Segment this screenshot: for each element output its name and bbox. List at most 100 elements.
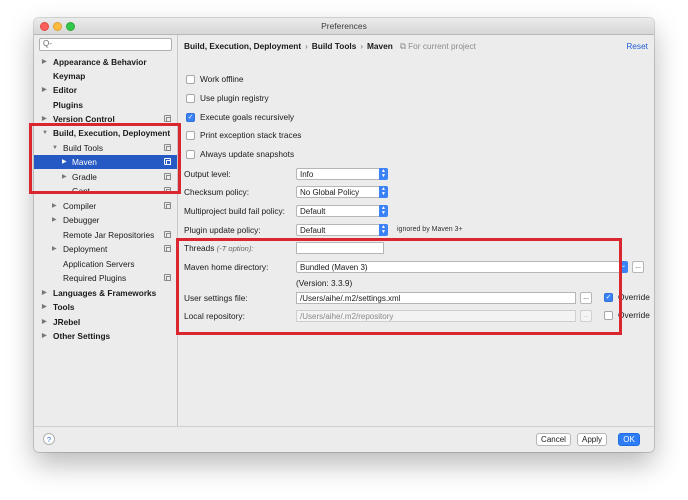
sidebar-item-label: Languages & Frameworks (53, 288, 157, 298)
sidebar-item-version-control[interactable]: ▶ Version Control (34, 112, 177, 126)
sidebar-item-label: Application Servers (63, 259, 135, 269)
sidebar-item-debugger[interactable]: ▶ Debugger (34, 213, 177, 227)
project-scope-icon (164, 158, 171, 165)
expand-arrow-icon[interactable]: ▶ (42, 83, 47, 97)
plugin-update-policy-select[interactable]: Default ▲ ▼ (296, 224, 388, 236)
checkbox-box[interactable] (186, 94, 195, 103)
sidebar-item-deployment[interactable]: ▶ Deployment (34, 242, 177, 256)
sidebar-item-build-tools[interactable]: ▼ Build Tools (34, 141, 177, 155)
multiproject-fail-policy-select[interactable]: Default ▲ ▼ (296, 205, 388, 217)
expand-arrow-icon[interactable]: ▶ (42, 55, 47, 69)
maven-home-select[interactable]: Bundled (Maven 3) ⌄ (296, 261, 628, 273)
preferences-window: Preferences Q- ▶ Appearance & Behavior K… (34, 18, 654, 452)
sidebar-item-label: Editor (53, 85, 77, 95)
sidebar-item-maven[interactable]: ▶ Maven (34, 155, 177, 169)
expand-arrow-icon[interactable]: ▶ (42, 112, 47, 126)
checksum-policy-label: Checksum policy: (184, 187, 250, 197)
sidebar-item-editor[interactable]: ▶ Editor (34, 83, 177, 97)
sidebar-item-label: Gant (72, 186, 90, 196)
sidebar-item-label: Other Settings (53, 331, 111, 341)
checkbox-box[interactable] (186, 75, 195, 84)
project-scope-icon (164, 274, 171, 281)
expand-arrow-icon[interactable]: ▶ (42, 315, 47, 329)
expand-arrow-icon[interactable]: ▶ (52, 199, 57, 213)
maven-home-browse-button[interactable]: ... (632, 261, 644, 273)
collapse-arrow-icon[interactable]: ▼ (52, 141, 58, 155)
expand-arrow-icon[interactable]: ▶ (52, 213, 57, 227)
sidebar-item-compiler[interactable]: ▶ Compiler (34, 199, 177, 213)
checkbox-box[interactable] (186, 150, 195, 159)
expand-arrow-icon[interactable]: ▶ (62, 155, 67, 169)
sidebar-item-jrebel[interactable]: ▶ JRebel (34, 315, 177, 329)
sidebar-item-label: Keymap (53, 71, 86, 81)
cancel-button[interactable]: Cancel (536, 433, 571, 446)
sidebar-item-label: Appearance & Behavior (53, 57, 147, 67)
sidebar-item-tools[interactable]: ▶ Tools (34, 300, 177, 314)
checkbox-label: Work offline (200, 74, 244, 84)
expand-arrow-icon[interactable]: ▶ (52, 242, 57, 256)
zoom-window-button[interactable] (66, 22, 75, 31)
select-value: Info (300, 170, 314, 179)
select-value: No Global Policy (300, 188, 360, 197)
sidebar-item-plugins[interactable]: Plugins (34, 98, 177, 112)
multiproject-fail-policy-label: Multiproject build fail policy: (184, 206, 285, 216)
sidebar-item-required-plugins[interactable]: Required Plugins (34, 271, 177, 285)
sidebar-item-other-settings[interactable]: ▶ Other Settings (34, 329, 177, 343)
sidebar-item-application-servers[interactable]: Application Servers (34, 257, 177, 271)
select-value: Default (300, 207, 326, 216)
ok-button[interactable]: OK (618, 433, 640, 446)
help-button[interactable]: ? (43, 433, 55, 445)
breadcrumb-item: Build Tools (311, 41, 357, 51)
settings-sidebar: Q- ▶ Appearance & Behavior Keymap ▶ Edit… (34, 35, 178, 426)
project-scope-note: ⧉ For current project (399, 41, 476, 51)
sidebar-item-remote-jar-repositories[interactable]: Remote Jar Repositories (34, 228, 177, 242)
title-bar: Preferences (34, 18, 654, 35)
sidebar-item-label: Tools (53, 302, 75, 312)
local-repository-input[interactable]: /Users/aihe/.m2/repository (296, 310, 576, 322)
plugin-update-policy-label: Plugin update policy: (184, 225, 261, 235)
sidebar-item-build-execution-deployment[interactable]: ▼ Build, Execution, Deployment (34, 126, 177, 140)
checksum-policy-select[interactable]: No Global Policy ▲ ▼ (296, 186, 388, 198)
select-value: Bundled (Maven 3) (300, 263, 368, 272)
checkmark-icon[interactable]: ✓ (604, 293, 613, 302)
project-scope-note-text: For current project (408, 41, 476, 51)
sidebar-item-label: Compiler (63, 201, 97, 211)
minimize-window-button[interactable] (53, 22, 62, 31)
collapse-arrow-icon[interactable]: ▼ (42, 126, 48, 140)
close-window-button[interactable] (40, 22, 49, 31)
output-level-label: Output level: (184, 169, 231, 179)
sidebar-item-label: Gradle (72, 172, 97, 182)
user-settings-browse-button[interactable]: ... (580, 292, 592, 304)
expand-arrow-icon[interactable]: ▶ (42, 300, 47, 314)
expand-arrow-icon[interactable]: ▶ (62, 170, 67, 184)
project-scope-icon (164, 187, 171, 194)
sidebar-item-keymap[interactable]: Keymap (34, 69, 177, 83)
sidebar-item-label: Plugins (53, 100, 83, 110)
reset-link[interactable]: Reset (626, 39, 648, 53)
updown-arrows-icon: ▲ ▼ (379, 205, 388, 217)
expand-arrow-icon[interactable]: ▶ (42, 286, 47, 300)
maven-settings-panel: Build, Execution, Deployment › Build Tools… (179, 35, 654, 426)
sidebar-item-gant[interactable]: Gant (34, 184, 177, 198)
threads-input[interactable] (296, 242, 384, 254)
sidebar-item-gradle[interactable]: ▶ Gradle (34, 170, 177, 184)
breadcrumb-item: Maven (367, 41, 393, 51)
settings-search-input[interactable]: Q- (39, 38, 172, 51)
project-scope-icon (164, 173, 171, 180)
apply-button[interactable]: Apply (577, 433, 607, 446)
checkbox-box[interactable] (604, 311, 613, 320)
plugin-update-hint: ignored by Maven 3+ (397, 226, 463, 233)
sidebar-item-languages-frameworks[interactable]: ▶ Languages & Frameworks (34, 286, 177, 300)
maven-home-label: Maven home directory: (184, 262, 269, 272)
local-repository-browse-button[interactable]: ... (580, 310, 592, 322)
updown-arrows-icon: ▲ ▼ (379, 224, 388, 236)
expand-arrow-icon[interactable]: ▶ (42, 329, 47, 343)
checkmark-icon[interactable]: ✓ (186, 113, 195, 122)
threads-option-hint: (-T option): (216, 244, 254, 253)
threads-label: Threads (-T option): (184, 241, 253, 255)
user-settings-file-input[interactable]: /Users/aihe/.m2/settings.xml (296, 292, 576, 304)
checkbox-box[interactable] (186, 131, 195, 140)
sidebar-item-label: Maven (72, 157, 97, 167)
sidebar-item-appearance[interactable]: ▶ Appearance & Behavior (34, 55, 177, 69)
output-level-select[interactable]: Info ▲ ▼ (296, 168, 388, 180)
